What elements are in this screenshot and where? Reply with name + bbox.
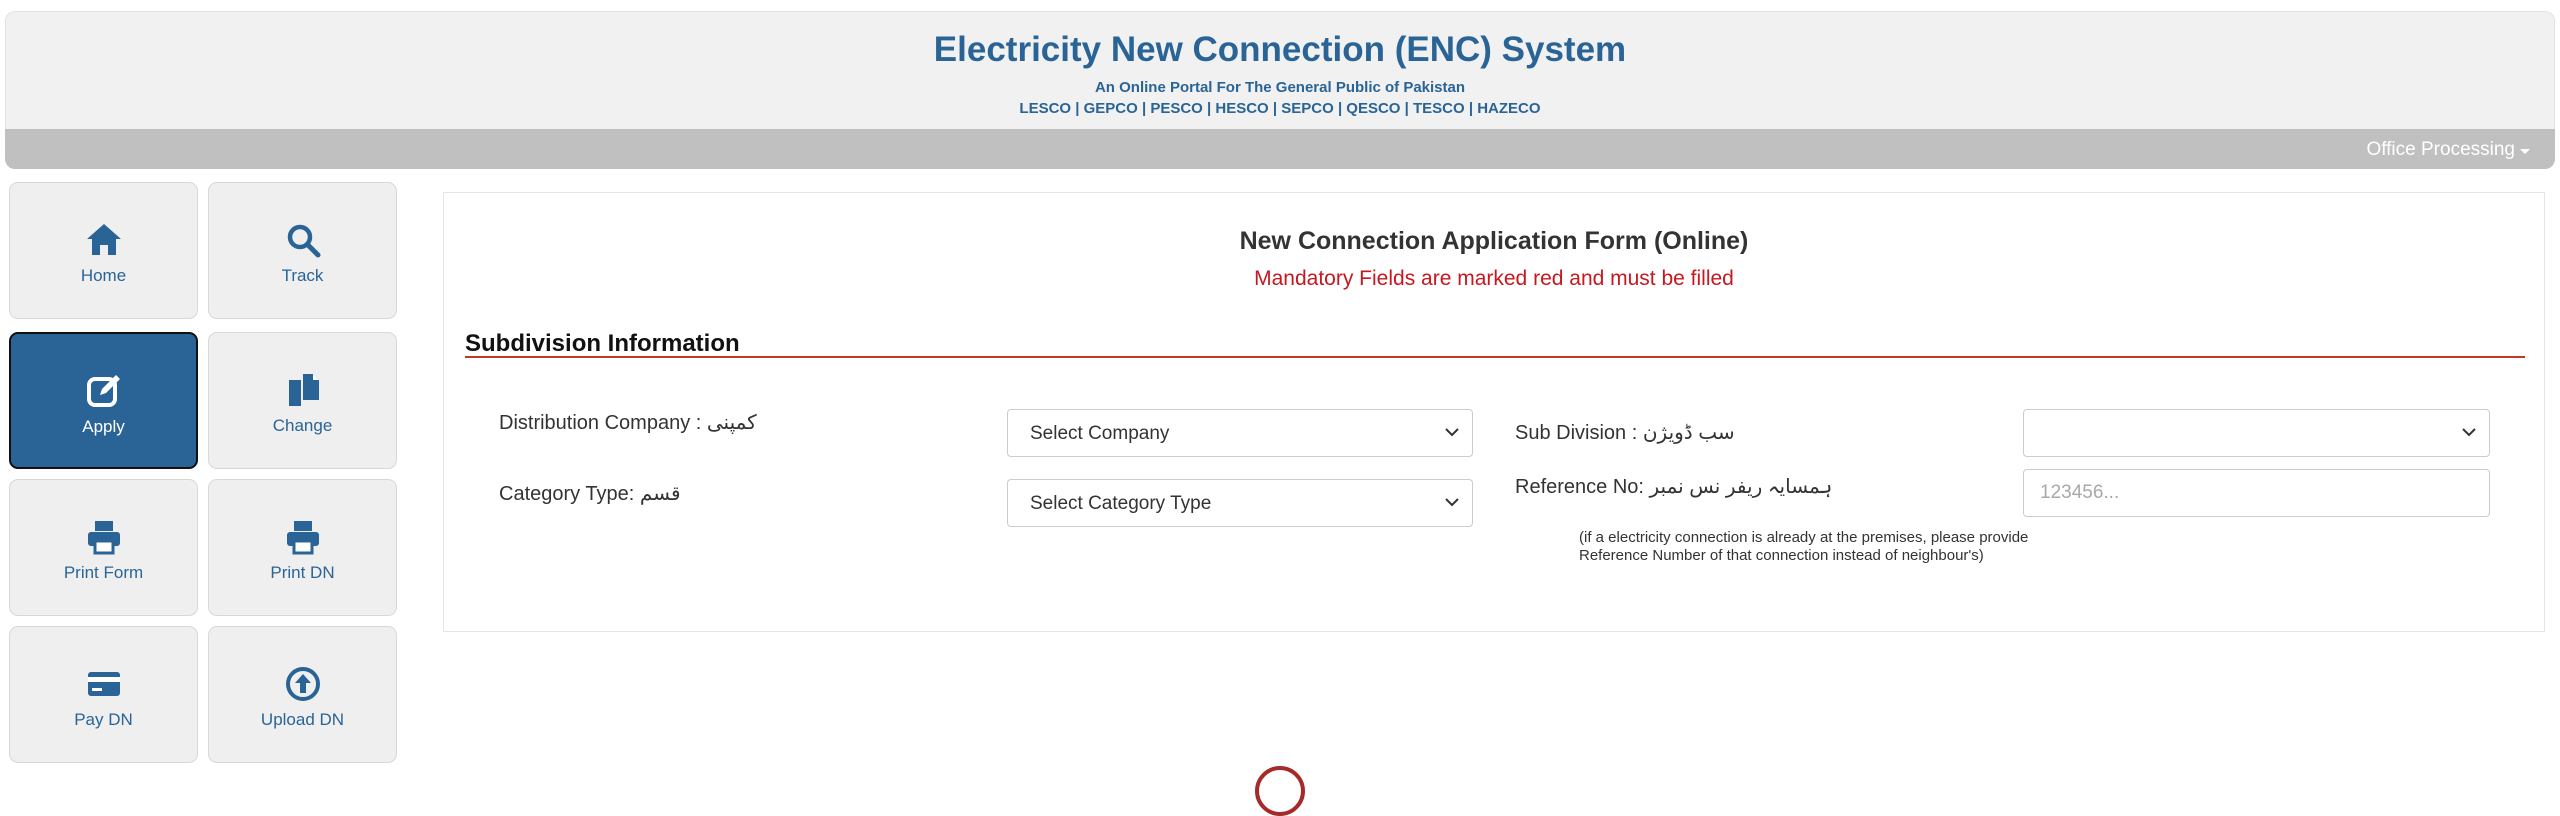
sub-division-label: Sub Division : سب ڈویژن (1515, 422, 1735, 444)
sidebar-item-print-dn[interactable]: Print DN (208, 479, 397, 616)
mandatory-note: Mandatory Fields are marked red and must… (1254, 267, 1734, 290)
chevron-down-icon (1445, 498, 1459, 507)
sidebar-item-pay-dn[interactable]: Pay DN (9, 626, 198, 763)
site-title: Electricity New Connection (ENC) System (933, 30, 1627, 69)
credit-card-icon (87, 672, 120, 696)
sidebar-item-label: Upload DN (260, 710, 345, 729)
company-list: LESCO | GEPCO | PESCO | HESCO | SEPCO | … (1019, 100, 1541, 117)
sidebar-item-label: Print DN (270, 563, 335, 582)
copy-icon (288, 374, 319, 406)
home-icon (86, 224, 121, 255)
reference-no-input[interactable] (2023, 469, 2490, 517)
distribution-company-value: Select Company (1030, 423, 1170, 444)
sidebar-item-label: Print Form (63, 563, 144, 582)
sidebar-item-label: Change (272, 416, 333, 435)
application-form-panel: New Connection Application Form (Online)… (443, 192, 2545, 632)
caret-down-icon (2520, 149, 2530, 154)
sidebar-item-label: Home (80, 266, 127, 285)
reference-no-helper: (if a electricity connection is already … (1579, 529, 2029, 564)
sub-division-select[interactable] (2023, 409, 2490, 457)
sidebar-item-home[interactable]: Home (9, 182, 198, 319)
category-type-select[interactable]: Select Category Type (1007, 479, 1473, 527)
category-type-value: Select Category Type (1030, 493, 1212, 514)
chevron-down-icon (2462, 428, 2476, 437)
upload-icon (285, 667, 320, 701)
office-processing-label: Office Processing (2366, 139, 2515, 160)
chevron-down-icon (1445, 428, 1459, 437)
sidebar-item-track[interactable]: Track (208, 182, 397, 319)
sidebar-item-label: Track (281, 266, 324, 285)
section-divider (465, 356, 2525, 358)
sidebar-item-apply[interactable]: Apply (9, 332, 198, 469)
distribution-company-label: Distribution Company : کمپنی (499, 412, 757, 434)
distribution-company-select[interactable]: Select Company (1007, 409, 1473, 457)
sidebar-item-change[interactable]: Change (208, 332, 397, 469)
top-navbar: Office Processing (5, 129, 2555, 169)
printer-icon (286, 521, 319, 555)
site-header: Electricity New Connection (ENC) System … (5, 11, 2555, 129)
category-type-label: Category Type: قسم (499, 483, 681, 505)
office-processing-menu[interactable]: Office Processing (2366, 139, 2530, 161)
printer-icon (87, 521, 120, 555)
sidebar-item-label: Pay DN (74, 710, 133, 729)
section-title: Subdivision Information (465, 330, 740, 357)
sidebar-item-label: Apply (82, 417, 125, 436)
site-subtitle: An Online Portal For The General Public … (1094, 79, 1466, 96)
sidebar-item-print-form[interactable]: Print Form (9, 479, 198, 616)
reference-no-label: Reference No: ہمسایہ ریفر نس نمبر (1515, 476, 1833, 498)
footer-logo (1255, 766, 1305, 816)
form-title: New Connection Application Form (Online) (1239, 227, 1749, 255)
edit-icon (86, 375, 120, 407)
sidebar-item-upload-dn[interactable]: Upload DN (208, 626, 397, 763)
search-icon (287, 224, 320, 258)
